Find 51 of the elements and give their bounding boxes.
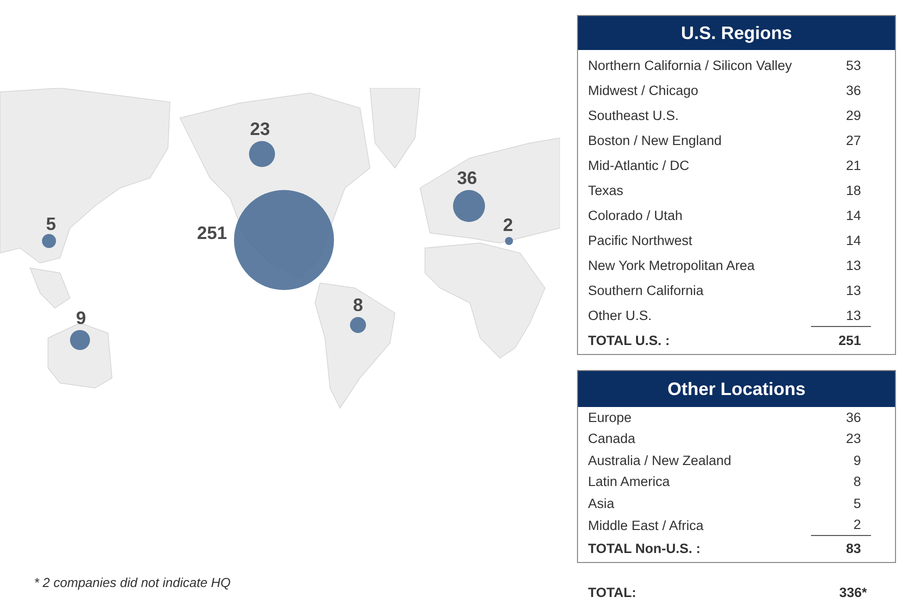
bubble-label: 2 bbox=[503, 216, 513, 234]
row-label: Boston / New England bbox=[588, 132, 723, 150]
row-label: Northern California / Silicon Valley bbox=[588, 57, 793, 76]
total-value: 251 bbox=[837, 332, 862, 350]
row-label: Europe bbox=[588, 408, 633, 427]
table-title: U.S. Regions bbox=[578, 16, 895, 50]
bubble-marker bbox=[505, 237, 513, 245]
row-value: 8 bbox=[852, 473, 862, 492]
row-value: 2 bbox=[811, 515, 871, 536]
bubble-label: 9 bbox=[76, 309, 86, 327]
row-label: Colorado / Utah bbox=[588, 207, 684, 226]
row-value: 29 bbox=[844, 107, 862, 126]
row-value: 36 bbox=[844, 82, 862, 100]
row-label: New York Metropolitan Area bbox=[588, 257, 756, 276]
row-value: 53 bbox=[844, 57, 862, 76]
row-value: 36 bbox=[844, 408, 862, 427]
footnote: * 2 companies did not indicate HQ bbox=[34, 574, 232, 592]
total-label: TOTAL Non-U.S. : bbox=[588, 540, 702, 558]
total-value: 83 bbox=[844, 540, 862, 558]
row-value: 5 bbox=[852, 495, 862, 514]
row-label: Southeast U.S. bbox=[588, 107, 680, 126]
bubble-label: 23 bbox=[250, 120, 270, 138]
bubble-label: 8 bbox=[353, 296, 363, 314]
row-label: Midwest / Chicago bbox=[588, 82, 700, 100]
total-label: TOTAL U.S. : bbox=[588, 332, 671, 350]
bubble-label: 5 bbox=[46, 215, 56, 233]
row-value: 13 bbox=[844, 282, 862, 300]
row-label: Australia / New Zealand bbox=[588, 452, 732, 470]
row-value: 21 bbox=[844, 157, 862, 176]
row-value: 13 bbox=[844, 257, 862, 276]
row-value: 23 bbox=[844, 430, 862, 448]
row-label: Pacific Northwest bbox=[588, 232, 694, 250]
grand-total-label: TOTAL: bbox=[588, 584, 638, 602]
row-value: 27 bbox=[844, 132, 862, 150]
row-label: Mid-Atlantic / DC bbox=[588, 157, 690, 176]
row-value: 9 bbox=[852, 452, 862, 470]
row-value: 14 bbox=[844, 232, 862, 250]
bubble-label: 36 bbox=[456, 169, 478, 187]
row-label: Asia bbox=[588, 495, 616, 514]
bubble-label: 251 bbox=[196, 224, 228, 242]
row-value: 18 bbox=[844, 182, 862, 200]
row-value: 13 bbox=[811, 306, 871, 328]
row-label: Texas bbox=[588, 182, 624, 200]
row-label: Canada bbox=[588, 430, 636, 448]
row-label: Latin America bbox=[588, 473, 671, 492]
row-label: Other U.S. bbox=[588, 307, 653, 326]
row-value: 14 bbox=[844, 207, 862, 226]
grand-total-value: 336* bbox=[839, 584, 867, 602]
row-label: Middle East / Africa bbox=[588, 516, 705, 535]
table-title: Other Locations bbox=[578, 371, 895, 407]
row-label: Southern California bbox=[588, 282, 705, 300]
